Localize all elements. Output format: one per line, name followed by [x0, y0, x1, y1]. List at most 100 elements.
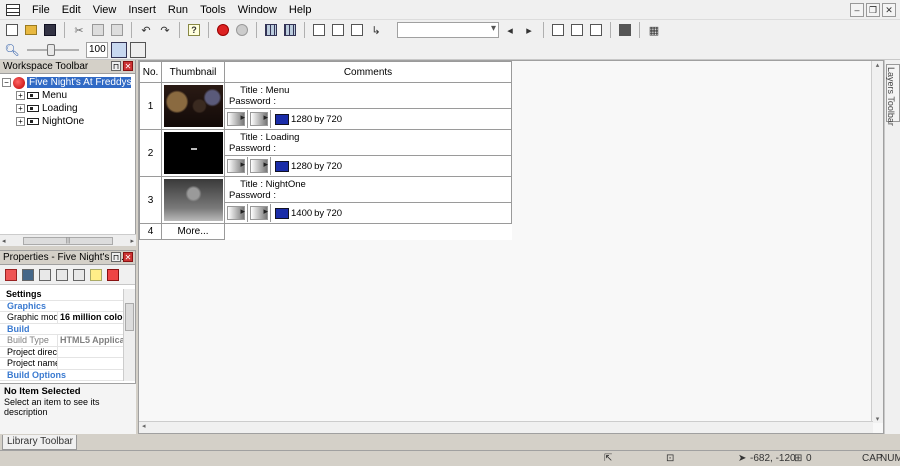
menu-window[interactable]: Window [232, 0, 283, 20]
storyboard-vscrollbar[interactable]: ▴ ▾ [871, 61, 883, 423]
transition-in-icon[interactable] [227, 112, 245, 126]
tree-frame-menu[interactable]: + Menu [2, 89, 135, 102]
expand-icon[interactable]: + [16, 91, 25, 100]
frame-width[interactable]: 1280 [291, 114, 312, 125]
monitor-icon[interactable] [275, 207, 289, 219]
event-editor-button[interactable] [330, 22, 346, 38]
frame-title[interactable]: Menu [266, 85, 290, 96]
scroll-thumb[interactable]: ||| [23, 236, 113, 245]
frame-thumbnail-cell[interactable] [161, 176, 225, 224]
pin-icon[interactable]: ⊓ [111, 61, 121, 71]
frame-thumbnail[interactable] [163, 85, 223, 127]
menu-file[interactable]: File [26, 0, 56, 20]
monitor-icon[interactable] [275, 113, 289, 125]
values-tab-icon[interactable] [56, 268, 68, 281]
frame-combo[interactable] [397, 22, 499, 38]
copy-button[interactable] [90, 22, 106, 38]
prop-value[interactable]: 16 million colo [58, 312, 124, 323]
view-mode-button-2[interactable] [130, 41, 146, 58]
properties-vscrollbar[interactable] [123, 289, 135, 381]
grid-button[interactable] [282, 22, 298, 38]
stop-button[interactable] [215, 22, 231, 38]
prop-row-project-name[interactable]: Project name [0, 358, 124, 370]
scroll-thumb[interactable] [125, 303, 134, 331]
paste-button[interactable] [109, 22, 125, 38]
close-icon[interactable]: ✕ [123, 252, 133, 262]
frame-width[interactable]: 1400 [291, 208, 312, 219]
collapse-icon[interactable]: − [2, 78, 11, 87]
table-row[interactable]: 1 Title : Menu Password : 1280 by 720 [139, 82, 512, 130]
close-button[interactable]: ✕ [882, 3, 896, 17]
about-tab-icon[interactable] [90, 268, 102, 281]
minimize-button[interactable]: – [850, 3, 864, 17]
build-button[interactable]: ▦ [646, 22, 662, 38]
frame-title[interactable]: Loading [266, 132, 300, 143]
save-button[interactable] [42, 22, 58, 38]
menu-tools[interactable]: Tools [194, 0, 232, 20]
tree-app-row[interactable]: − Five Night's At Freddys Mc P [2, 76, 135, 89]
menu-insert[interactable]: Insert [122, 0, 162, 20]
library-toolbar-tab[interactable]: Library Toolbar [2, 435, 77, 450]
prop-row-build-type[interactable]: Build Type HTML5 Applica [0, 335, 124, 347]
table-row[interactable]: 2 Title : Loading Password : 1280 by 720 [139, 129, 512, 177]
layers-toolbar-tab[interactable]: Layers Toolbar [886, 64, 900, 126]
view-mode-button-1[interactable] [111, 41, 127, 58]
transition-out-icon[interactable] [250, 159, 268, 173]
prop-value[interactable] [58, 347, 124, 358]
expand-icon[interactable]: + [16, 104, 25, 113]
frame-thumbnail-cell[interactable] [161, 82, 225, 130]
test-button[interactable] [617, 22, 633, 38]
pin-icon[interactable]: ⊓ [111, 252, 121, 262]
app-menu-icon[interactable] [6, 3, 20, 16]
frame-thumbnail-cell[interactable] [161, 129, 225, 177]
table-row-more[interactable]: 4 More... [139, 223, 512, 240]
open-button[interactable] [23, 22, 39, 38]
cut-button[interactable]: ✂ [71, 22, 87, 38]
layout-button-2[interactable] [569, 22, 585, 38]
table-row[interactable]: 3 Title : NightOne Password : 1400 by 72… [139, 176, 512, 224]
prop-category-build[interactable]: Build [0, 324, 124, 335]
tree-frame-loading[interactable]: + Loading [2, 102, 135, 115]
scroll-down-icon[interactable]: ▾ [872, 415, 883, 423]
restore-button[interactable]: ❐ [866, 3, 880, 17]
frame-width[interactable]: 1280 [291, 161, 312, 172]
prop-category-graphics[interactable]: Graphics [0, 301, 124, 312]
frame-height[interactable]: 720 [326, 161, 342, 172]
html5-tab-icon[interactable] [107, 268, 119, 281]
run-button[interactable] [234, 22, 250, 38]
menu-run[interactable]: Run [162, 0, 194, 20]
scroll-up-icon[interactable]: ▴ [872, 61, 883, 69]
frame-editor-button[interactable] [311, 22, 327, 38]
event-list-button[interactable] [349, 22, 365, 38]
more-frames-link[interactable]: More... [161, 223, 225, 240]
workspace-hscrollbar[interactable]: ◂ ||| ▸ [0, 234, 136, 246]
tree-frame-nightone[interactable]: + NightOne [2, 115, 135, 128]
prop-value[interactable] [58, 358, 124, 369]
new-button[interactable] [4, 22, 20, 38]
layout-button-3[interactable] [588, 22, 604, 38]
zoom-button[interactable]: 🔍︎ [4, 42, 20, 58]
events-tab-icon[interactable] [73, 268, 85, 281]
storyboard-button[interactable] [263, 22, 279, 38]
tree-app-label[interactable]: Five Night's At Freddys Mc P [27, 77, 131, 88]
prop-row-graphic-mode[interactable]: Graphic mode 16 million colo [0, 312, 124, 324]
prev-frame-button[interactable]: ◂ [502, 22, 518, 38]
undo-button[interactable]: ↶ [138, 22, 154, 38]
redo-button[interactable]: ↷ [157, 22, 173, 38]
frame-height[interactable]: 720 [326, 114, 342, 125]
expand-icon[interactable]: + [16, 117, 25, 126]
scroll-left-icon[interactable]: ◂ [2, 237, 6, 245]
transition-out-icon[interactable] [250, 206, 268, 220]
help-button[interactable]: ? [186, 22, 202, 38]
prop-value[interactable]: HTML5 Applica [58, 335, 124, 346]
menu-help[interactable]: Help [283, 0, 318, 20]
transition-in-icon[interactable] [227, 206, 245, 220]
window-tab-icon[interactable] [22, 268, 34, 281]
scroll-right-icon[interactable]: ▸ [130, 237, 134, 245]
menu-view[interactable]: View [87, 0, 123, 20]
runtime-tab-icon[interactable] [39, 268, 51, 281]
storyboard-hscrollbar[interactable]: ◂ [139, 421, 873, 433]
layout-button-1[interactable] [550, 22, 566, 38]
next-frame-button[interactable]: ▸ [521, 22, 537, 38]
settings-tab-icon[interactable] [5, 268, 17, 281]
